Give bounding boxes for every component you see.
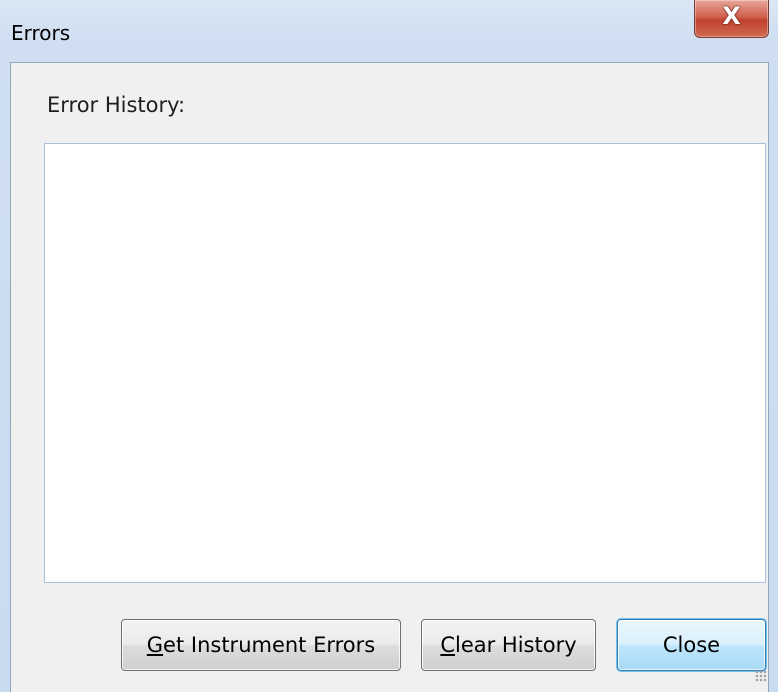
clear-history-mnemonic: C: [440, 633, 455, 657]
error-history-list[interactable]: [44, 143, 766, 583]
get-errors-label: et Instrument Errors: [163, 633, 376, 657]
clear-history-label: lear History: [455, 633, 577, 657]
window-title: Errors: [11, 21, 71, 45]
errors-dialog: Errors X Error History: Get Instrument E…: [0, 0, 778, 692]
window-close-button[interactable]: X: [694, 0, 769, 38]
dialog-client-area: Error History: Get Instrument Errors Cle…: [10, 62, 769, 692]
close-button[interactable]: Close: [617, 619, 766, 671]
title-bar[interactable]: Errors X: [0, 0, 778, 62]
resize-grip[interactable]: [755, 670, 767, 682]
get-instrument-errors-button[interactable]: Get Instrument Errors: [121, 619, 401, 671]
close-icon: X: [722, 2, 741, 30]
clear-history-button[interactable]: Clear History: [421, 619, 596, 671]
get-errors-mnemonic: G: [146, 633, 164, 657]
error-history-label: Error History:: [47, 93, 186, 117]
